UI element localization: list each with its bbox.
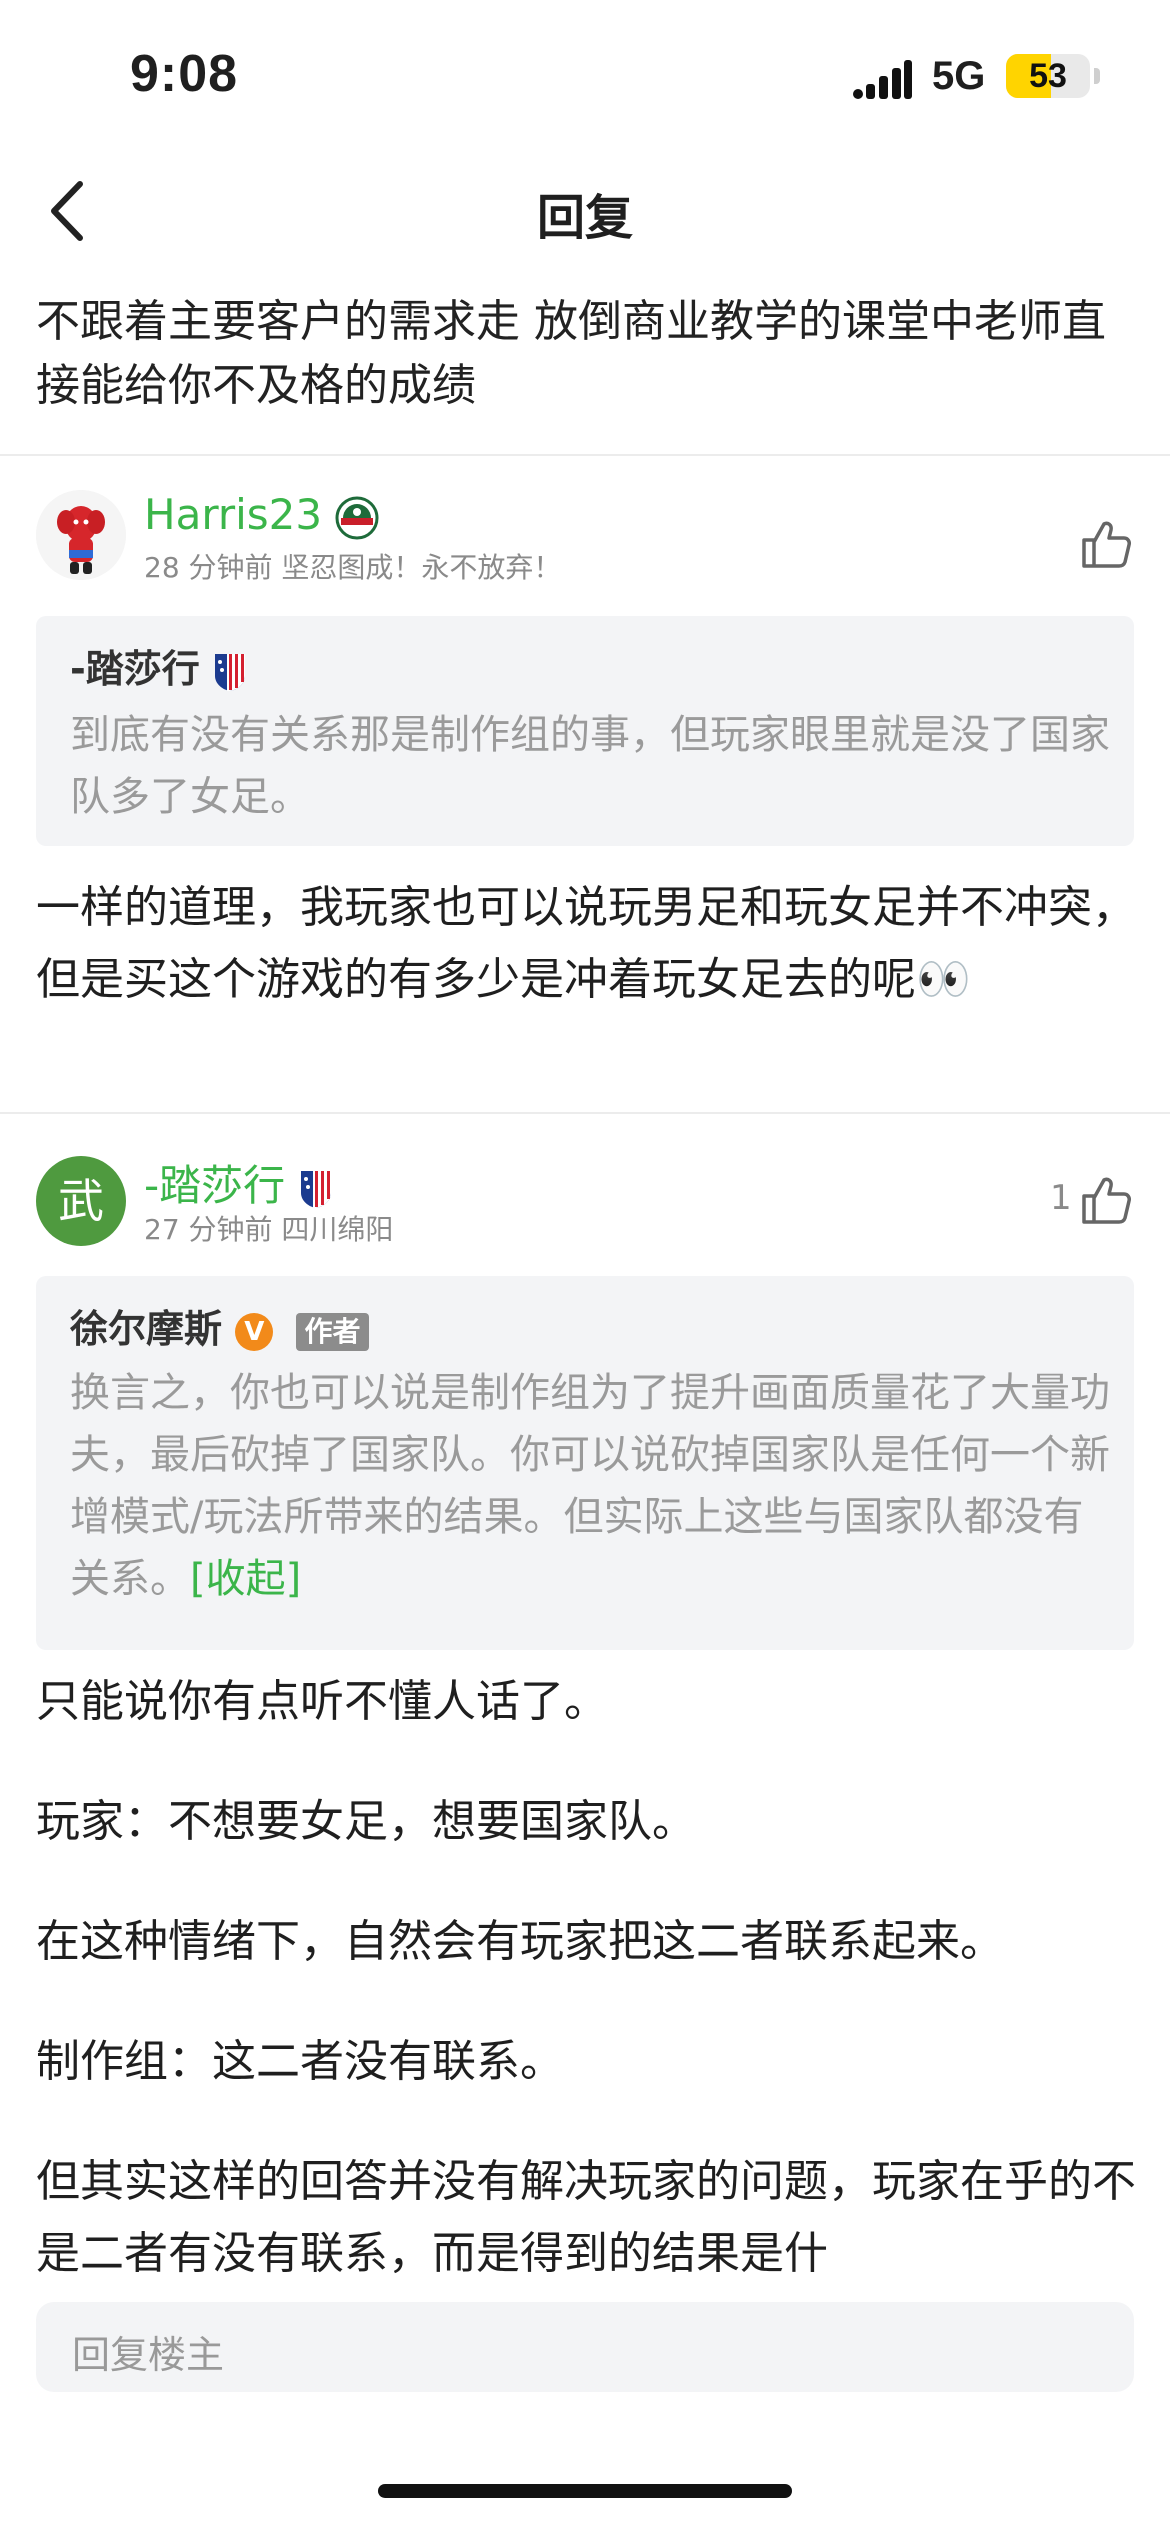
battery-cap (1094, 68, 1100, 84)
comment-meta: 28 分钟前 坚忍图成！永不放弃！ (144, 551, 562, 584)
quoted-username: 徐尔摩斯 V 作者 (70, 1298, 369, 1353)
paragraph: 玩家：不想要女足，想要国家队。 (36, 1796, 696, 1847)
comment-username[interactable]: Harris23 (144, 490, 379, 540)
collapse-link[interactable]: [收起] (190, 1556, 301, 1602)
quoted-username-text: -踏莎行 (70, 647, 200, 691)
paragraph: 制作组：这二者没有联系。 (36, 2036, 564, 2087)
paragraph: 在这种情绪下，自然会有玩家把这二者联系起来。 (36, 1916, 1004, 1967)
club-crest-icon (300, 1170, 331, 1208)
author-badge: 作者 (296, 1312, 369, 1351)
page-title: 回复 (536, 190, 633, 246)
quoted-comment[interactable]: 徐尔摩斯 V 作者 换言之，你也可以说是制作组为了提升画面质量花了大量功夫，最后… (36, 1276, 1134, 1650)
battery-level: 53 (1029, 57, 1067, 95)
topic-text: 不跟着主要客户的需求走 放倒商业教学的课堂中老师直接能给你不及格的成绩 (36, 296, 1106, 411)
divider (0, 1112, 1170, 1114)
elephant-mascot-icon (36, 490, 126, 580)
quoted-username: -踏莎行 (70, 638, 247, 693)
reply-placeholder: 回复楼主 (72, 2333, 225, 2377)
battery-icon: 53 (1006, 54, 1090, 98)
quoted-text: 换言之，你也可以说是制作组为了提升画面质量花了大量功夫，最后砍掉了国家队。你可以… (70, 1362, 1110, 1610)
verified-badge: V (235, 1312, 274, 1351)
avatar[interactable] (36, 490, 126, 580)
status-time: 9:08 (130, 45, 239, 103)
signal-icon (853, 60, 912, 99)
quoted-username-text: 徐尔摩斯 (70, 1307, 223, 1351)
like-count: 1 (1050, 1178, 1072, 1218)
quoted-text: 到底有没有关系那是制作组的事，但玩家眼里就是没了国家队多了女足。 (70, 712, 1110, 820)
username-text: Harris23 (144, 490, 323, 539)
paragraph: 但其实这样的回答并没有解决玩家的问题，玩家在乎的不是二者有没有联系，而是得到的结… (36, 2156, 1136, 2279)
avatar[interactable]: 武 (36, 1156, 126, 1246)
home-indicator[interactable] (378, 2484, 792, 2498)
network-label: 5G (932, 54, 986, 98)
divider (0, 454, 1170, 456)
club-crest-icon (215, 653, 246, 691)
thumbs-up-icon[interactable] (1078, 1172, 1134, 1228)
quoted-comment[interactable]: -踏莎行 到底有没有关系那是制作组的事，但玩家眼里就是没了国家队多了女足。 (36, 616, 1134, 846)
username-text: -踏莎行 (144, 1161, 286, 1210)
reply-input[interactable]: 回复楼主 (36, 2302, 1134, 2392)
paragraph: 只能说你有点听不懂人话了。 (36, 1676, 608, 1727)
team-badge-icon (335, 496, 379, 539)
comment-username[interactable]: -踏莎行 (144, 1152, 333, 1213)
nav-bar: 回复 (0, 150, 1170, 270)
status-bar: 9:08 5G 53 (0, 0, 1170, 150)
comment-text: 只能说你有点听不懂人话了。 玩家：不想要女足，想要国家队。 在这种情绪下，自然会… (36, 1666, 1136, 2338)
comment-meta: 27 分钟前 四川绵阳 (144, 1213, 394, 1246)
comment-text: 一样的道理，我玩家也可以说玩男足和玩女足并不冲突，但是买这个游戏的有多少是冲着玩… (36, 882, 1136, 1005)
thumbs-up-icon[interactable] (1078, 516, 1134, 572)
